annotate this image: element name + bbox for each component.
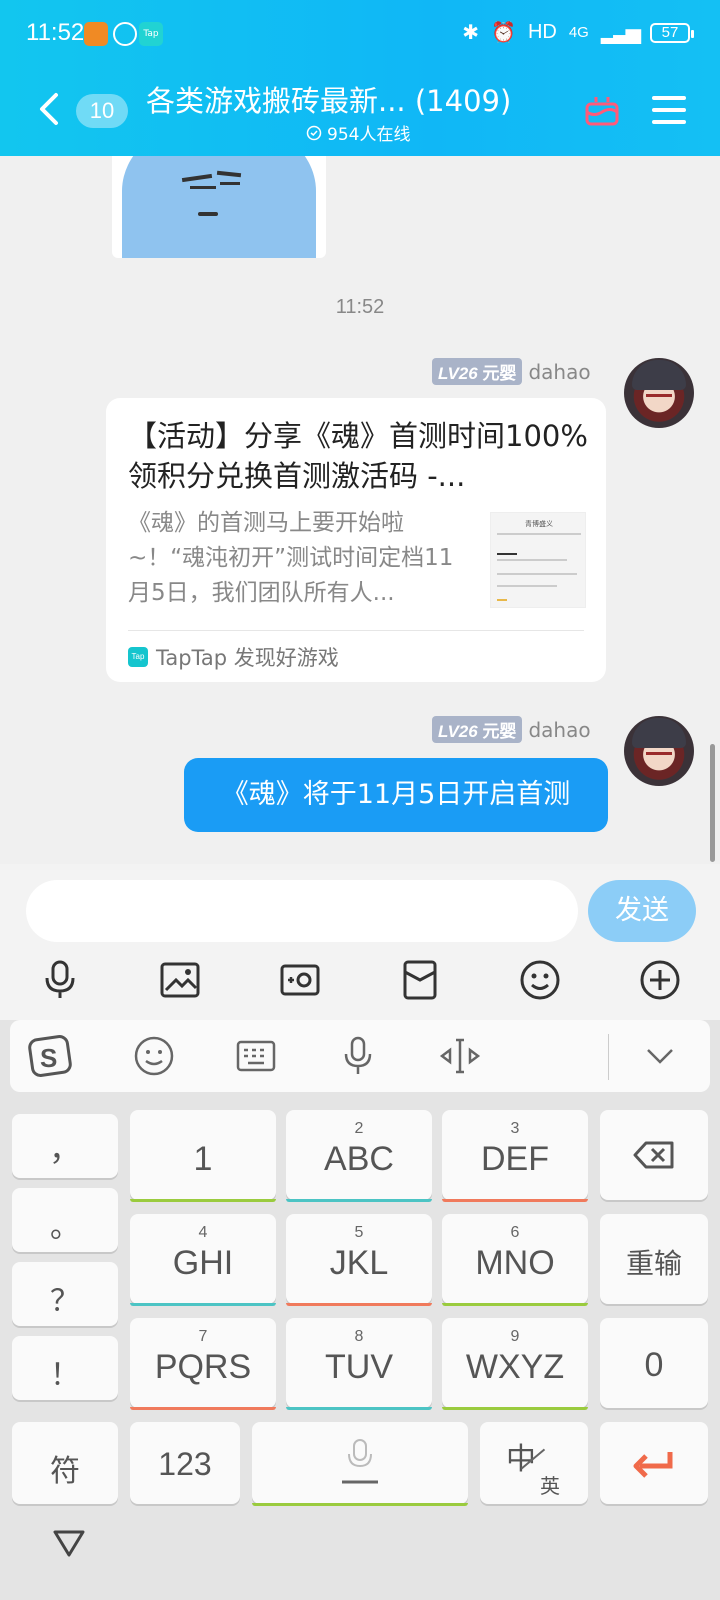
gift-cake-icon[interactable] [584, 92, 620, 126]
sender-meta: LV26 元婴 dahao [432, 358, 591, 385]
plus-icon[interactable] [638, 958, 682, 1002]
key-symbol[interactable]: 符 [12, 1422, 118, 1504]
microphone-icon [342, 1439, 378, 1484]
status-bar: 11:52 Tap ✱ ⏰ HD 4G ▂▃▅ 57 [0, 14, 720, 54]
key-language-switch[interactable]: 中 英 [480, 1422, 588, 1504]
message-bubble[interactable]: 《魂》将于11月5日开启首测 [184, 758, 608, 832]
emoji-icon[interactable] [130, 1032, 178, 1080]
shared-link-card[interactable]: 【活动】分享《魂》首测时间100%领积分兑换首测激活码 -... 《魂》的首测马… [106, 398, 606, 682]
key-punct-period[interactable]: 。 [12, 1188, 118, 1252]
key-reset[interactable]: 重输 [600, 1214, 708, 1304]
enter-arrow-icon [633, 1452, 673, 1478]
navigation-bar [0, 1508, 720, 1600]
online-status: 954人在线 [306, 120, 410, 145]
svg-text:S: S [40, 1043, 57, 1073]
key-5-jkl[interactable]: 5 JKL [286, 1214, 432, 1306]
composer: 发送 [0, 864, 720, 1020]
keyboard-icon[interactable] [232, 1032, 280, 1080]
key-enter[interactable] [600, 1422, 708, 1504]
key-3-def[interactable]: 3 DEF [442, 1110, 588, 1202]
key-punct-comma[interactable]: ， [12, 1114, 118, 1178]
card-thumbnail: 青博盛义 [490, 512, 586, 608]
unread-badge[interactable]: 10 [76, 94, 128, 128]
card-source-label: TapTap 发现好游戏 [156, 646, 339, 670]
message-input[interactable] [26, 880, 578, 942]
key-space[interactable] [252, 1422, 468, 1506]
key-1[interactable]: 1 [130, 1110, 276, 1202]
keyboard-toolbar: S [10, 1020, 710, 1092]
image-icon[interactable] [158, 958, 202, 1002]
signal-bars-icon: ▂▃▅ [600, 22, 641, 44]
microphone-icon[interactable] [38, 958, 82, 1002]
key-8-tuv[interactable]: 8 TUV [286, 1318, 432, 1410]
avatar[interactable] [624, 716, 694, 786]
back-arrow-icon[interactable] [36, 92, 62, 126]
battery-indicator: 57 [650, 22, 694, 43]
card-description: 《魂》的首测马上要开始啦~！“魂沌初开”测试时间定档11月5日，我们团队所有人.… [128, 510, 454, 606]
key-backspace[interactable] [600, 1110, 708, 1200]
chat-header: 11:52 Tap ✱ ⏰ HD 4G ▂▃▅ 57 10 各类游戏搬砖最新..… [0, 0, 720, 156]
message-icon [113, 22, 137, 46]
sender-name[interactable]: dahao [528, 360, 590, 384]
bluetooth-icon: ✱ [462, 22, 480, 44]
key-punct-question[interactable]: ？ [12, 1262, 118, 1326]
message-timestamp: 11:52 [335, 296, 385, 318]
card-title: 【活动】分享《魂》首测时间100%领积分兑换首测激活码 -... [128, 419, 588, 493]
key-7-pqrs[interactable]: 7 PQRS [130, 1318, 276, 1410]
divider [608, 1034, 609, 1080]
group-title[interactable]: 各类游戏搬砖最新... (1409) [146, 78, 511, 120]
key-punct-exclaim[interactable]: ！ [12, 1336, 118, 1400]
backspace-icon [633, 1141, 674, 1169]
camera-icon[interactable] [278, 958, 322, 1002]
key-9-wxyz[interactable]: 9 WXYZ [442, 1318, 588, 1410]
key-2-abc[interactable]: 2 ABC [286, 1110, 432, 1202]
alarm-icon: ⏰ [491, 22, 516, 44]
status-time: 11:52 [26, 19, 85, 46]
network-label: HD [527, 21, 557, 43]
level-tag: LV26 元婴 [432, 716, 523, 743]
sogou-logo-icon[interactable]: S [26, 1032, 74, 1080]
cursor-move-icon[interactable] [436, 1032, 484, 1080]
online-count: 954人在线 [327, 125, 411, 145]
signal-label: 4G [568, 24, 589, 41]
taptap-icon: Tap [139, 22, 163, 46]
uc-app-icon [84, 22, 108, 46]
emoji-icon[interactable] [518, 958, 562, 1002]
voice-input-icon[interactable] [334, 1032, 382, 1080]
key-4-ghi[interactable]: 4 GHI [130, 1214, 276, 1306]
send-button[interactable]: 发送 [588, 880, 696, 942]
avatar[interactable] [624, 358, 694, 428]
card-source: Tap TapTap 发现好游戏 [128, 642, 339, 672]
key-numeric[interactable]: 123 [130, 1422, 240, 1504]
menu-icon[interactable] [652, 96, 686, 124]
sticker-image[interactable] [112, 156, 326, 258]
divider [128, 630, 584, 631]
chevron-down-icon[interactable] [636, 1032, 684, 1080]
collapse-keyboard-icon[interactable] [52, 1528, 86, 1558]
key-0[interactable]: 0 [600, 1318, 708, 1408]
check-circle-icon [306, 125, 322, 140]
level-tag: LV26 元婴 [432, 358, 523, 385]
chat-scrollbar[interactable] [710, 744, 715, 862]
taptap-logo-icon: Tap [128, 647, 148, 667]
key-6-mno[interactable]: 6 MNO [442, 1214, 588, 1306]
red-packet-icon[interactable] [398, 958, 442, 1002]
sender-meta: LV26 元婴 dahao [432, 716, 591, 743]
sender-name[interactable]: dahao [528, 718, 590, 742]
